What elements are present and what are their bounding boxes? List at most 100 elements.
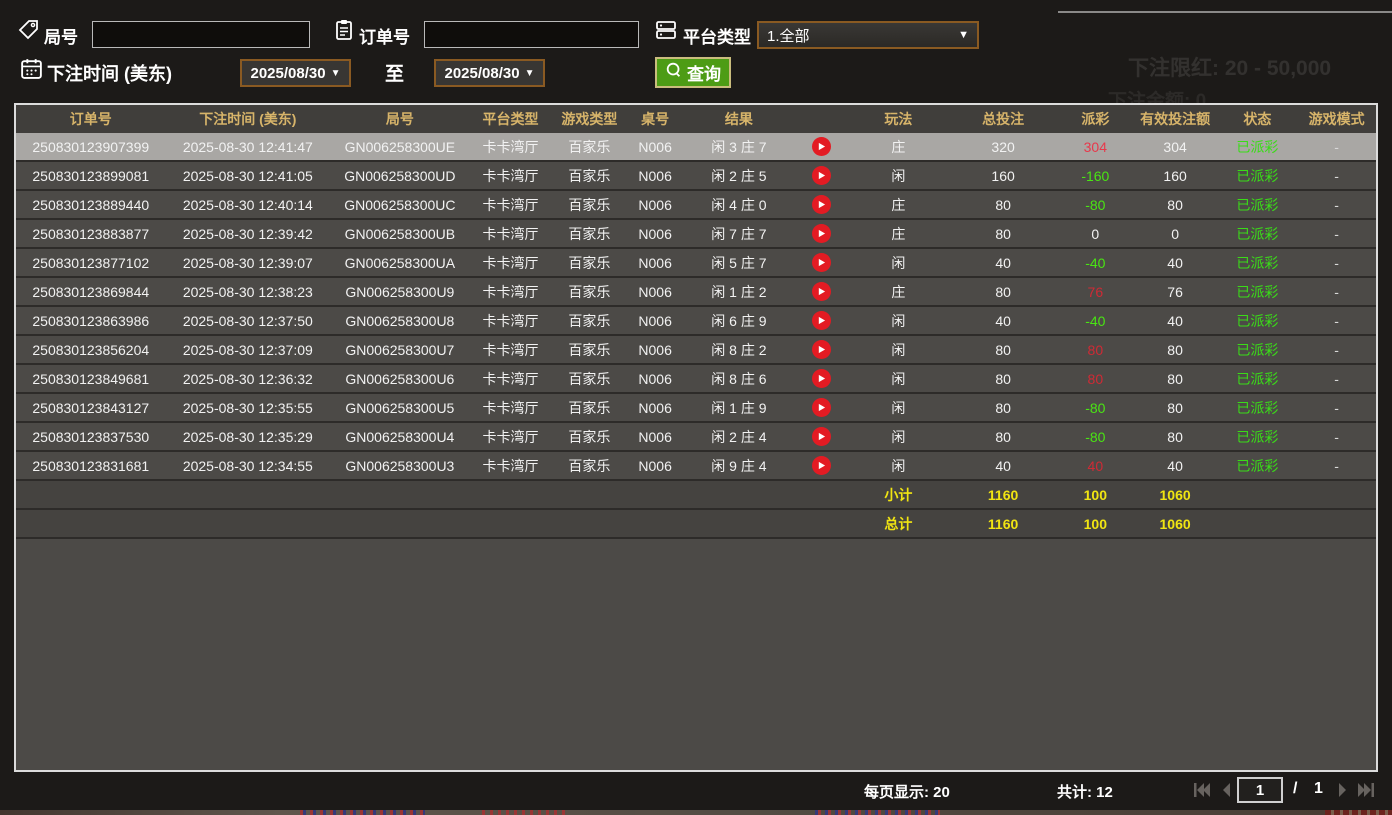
page-number-input[interactable] [1237, 777, 1283, 803]
prev-page-icon[interactable] [1216, 779, 1238, 801]
table-row[interactable]: 2508301238375302025-08-30 12:35:29GN0062… [16, 423, 1376, 452]
cell-table: N006 [627, 249, 683, 276]
cell-game: 百家乐 [551, 278, 627, 305]
table-row[interactable]: 2508301238431272025-08-30 12:35:55GN0062… [16, 394, 1376, 423]
round-number-label: 局号 [44, 23, 78, 48]
query-button-label: 查询 [687, 60, 721, 85]
cell-game: 百家乐 [551, 133, 627, 160]
empty-cell [470, 481, 552, 508]
next-page-icon[interactable] [1331, 779, 1353, 801]
cell-total: 80 [948, 336, 1058, 363]
play-video-icon[interactable] [812, 398, 831, 417]
cell-mode: - [1297, 452, 1376, 479]
cell-total: 160 [948, 162, 1058, 189]
query-button[interactable]: 查询 [655, 57, 731, 88]
play-video-icon[interactable] [812, 224, 831, 243]
table-row[interactable]: 2508301238639862025-08-30 12:37:50GN0062… [16, 307, 1376, 336]
table-row[interactable]: 2508301238316812025-08-30 12:34:55GN0062… [16, 452, 1376, 481]
cell-order: 250830123883877 [16, 220, 166, 247]
table-row[interactable]: 2508301238894402025-08-30 12:40:14GN0062… [16, 191, 1376, 220]
cell-playtype: 庄 [849, 278, 949, 305]
cell-valid: 76 [1133, 278, 1218, 305]
cell-platform: 卡卡湾厅 [470, 307, 552, 334]
order-number-input[interactable] [424, 21, 639, 48]
cell-payout: 76 [1058, 278, 1133, 305]
cell-total: 80 [948, 191, 1058, 218]
cell-payout: -40 [1058, 249, 1133, 276]
cell-status: 已派彩 [1217, 278, 1297, 305]
empty-cell [166, 481, 331, 508]
cell-time: 2025-08-30 12:35:29 [166, 423, 331, 450]
play-video-icon[interactable] [812, 311, 831, 330]
date-from-picker[interactable]: 2025/08/30 ▼ [240, 59, 351, 87]
play-video-icon[interactable] [812, 369, 831, 388]
cell-table: N006 [627, 307, 683, 334]
cell-round: GN006258300UD [330, 162, 470, 189]
cell-time: 2025-08-30 12:39:07 [166, 249, 331, 276]
play-video-icon[interactable] [812, 427, 831, 446]
cell-platform: 卡卡湾厅 [470, 249, 552, 276]
cell-valid: 40 [1133, 249, 1218, 276]
background-bet-limit-text: 下注限红: 20 - 50,000 [1128, 52, 1331, 82]
cell-result: 闲 1 庄 2 [683, 278, 795, 305]
play-video-icon[interactable] [812, 166, 831, 185]
cell-status: 已派彩 [1217, 394, 1297, 421]
cell-replay [795, 249, 849, 276]
play-video-icon[interactable] [812, 340, 831, 359]
play-video-icon[interactable] [812, 195, 831, 214]
cell-valid: 304 [1133, 133, 1218, 160]
play-video-icon[interactable] [812, 282, 831, 301]
records-table-panel: 订单号下注时间 (美东)局号平台类型游戏类型桌号结果玩法总投注派彩有效投注额状态… [14, 103, 1378, 772]
cell-time: 2025-08-30 12:41:05 [166, 162, 331, 189]
total-count-label: 共计: 12 [1057, 781, 1113, 802]
cell-result: 闲 4 庄 0 [683, 191, 795, 218]
table-row[interactable]: 2508301238990812025-08-30 12:41:05GN0062… [16, 162, 1376, 191]
cell-playtype: 闲 [849, 336, 949, 363]
cell-result: 闲 1 庄 9 [683, 394, 795, 421]
cell-replay [795, 394, 849, 421]
cell-status: 已派彩 [1217, 249, 1297, 276]
cell-order: 250830123831681 [16, 452, 166, 479]
table-row[interactable]: 2508301238698442025-08-30 12:38:23GN0062… [16, 278, 1376, 307]
cell-table: N006 [627, 220, 683, 247]
platform-type-select[interactable]: 1.全部 ▼ [757, 21, 979, 49]
table-row[interactable]: 2508301238496812025-08-30 12:36:32GN0062… [16, 365, 1376, 394]
table-row[interactable]: 2508301238771022025-08-30 12:39:07GN0062… [16, 249, 1376, 278]
cell-time: 2025-08-30 12:35:55 [166, 394, 331, 421]
date-to-picker[interactable]: 2025/08/30 ▼ [434, 59, 545, 87]
cell-game: 百家乐 [551, 220, 627, 247]
cell-mode: - [1297, 307, 1376, 334]
cell-order: 250830123877102 [16, 249, 166, 276]
cell-order: 250830123907399 [16, 133, 166, 160]
cell-game: 百家乐 [551, 162, 627, 189]
cell-game: 百家乐 [551, 336, 627, 363]
cell-platform: 卡卡湾厅 [470, 423, 552, 450]
round-number-input[interactable] [92, 21, 310, 48]
cell-game: 百家乐 [551, 452, 627, 479]
cell-playtype: 庄 [849, 220, 949, 247]
cell-status: 已派彩 [1217, 220, 1297, 247]
column-header: 订单号 [16, 105, 166, 133]
cell-valid: 160 [1133, 162, 1218, 189]
cell-playtype: 闲 [849, 162, 949, 189]
first-page-icon[interactable] [1190, 779, 1212, 801]
empty-cell [627, 481, 683, 508]
cell-round: GN006258300UE [330, 133, 470, 160]
play-video-icon[interactable] [812, 137, 831, 156]
cell-order: 250830123837530 [16, 423, 166, 450]
table-row[interactable]: 2508301238562042025-08-30 12:37:09GN0062… [16, 336, 1376, 365]
cell-mode: - [1297, 133, 1376, 160]
empty-cell [1297, 481, 1376, 508]
cell-order: 250830123869844 [16, 278, 166, 305]
cell-time: 2025-08-30 12:36:32 [166, 365, 331, 392]
cell-platform: 卡卡湾厅 [470, 336, 552, 363]
table-row[interactable]: 2508301238838772025-08-30 12:39:42GN0062… [16, 220, 1376, 249]
play-video-icon[interactable] [812, 456, 831, 475]
date-range-to-label: 至 [385, 59, 404, 86]
cell-total: 80 [948, 394, 1058, 421]
cell-replay [795, 162, 849, 189]
play-video-icon[interactable] [812, 253, 831, 272]
calendar-icon [19, 56, 44, 86]
last-page-icon[interactable] [1356, 779, 1378, 801]
table-row[interactable]: 2508301239073992025-08-30 12:41:47GN0062… [16, 133, 1376, 162]
